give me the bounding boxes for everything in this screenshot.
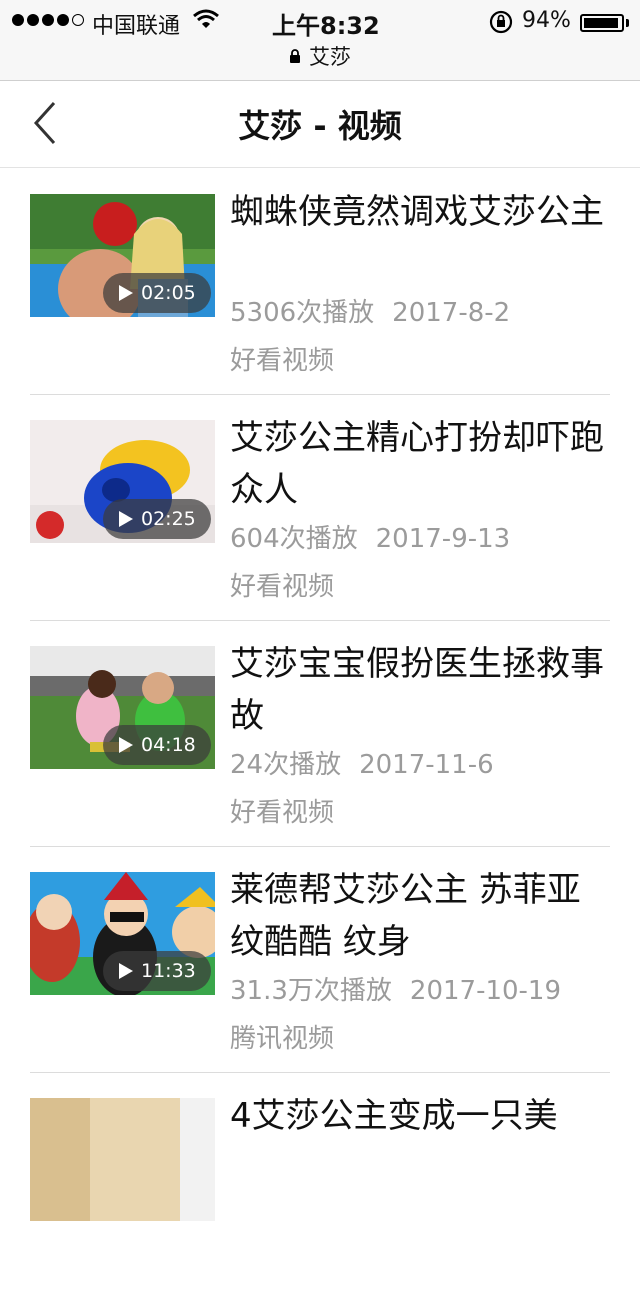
status-time: 上午8:32 xyxy=(272,12,380,40)
video-thumbnail: 11:33 xyxy=(30,872,215,995)
video-source: 好看视频 xyxy=(230,346,335,376)
publish-date: 2017-8-2 xyxy=(392,298,511,328)
url-text: 艾莎 xyxy=(309,45,351,69)
publish-date: 2017-11-6 xyxy=(359,750,494,780)
nav-bar: 艾莎 - 视频 xyxy=(0,81,640,168)
video-title[interactable]: 莱德帮艾莎公主 苏菲亚纹酷酷 纹身 xyxy=(230,864,605,968)
play-icon xyxy=(119,511,133,527)
play-count: 24次播放 xyxy=(230,750,342,780)
video-item[interactable]: 04:18 艾莎宝宝假扮医生拯救事故 24次播放 2017-11-6 好看视频 xyxy=(30,620,610,847)
video-source: 好看视频 xyxy=(230,572,335,602)
play-icon xyxy=(119,737,133,753)
video-source: 好看视频 xyxy=(230,798,335,828)
play-count: 5306次播放 xyxy=(230,298,375,328)
video-thumbnail xyxy=(30,1098,215,1221)
duration-text: 02:05 xyxy=(141,282,196,304)
video-title[interactable]: 艾莎公主精心打扮却吓跑众人 xyxy=(230,412,605,516)
play-icon xyxy=(119,963,133,979)
video-meta: 5306次播放 2017-8-2 xyxy=(230,292,510,329)
play-icon xyxy=(119,285,133,301)
video-thumbnail: 02:05 xyxy=(30,194,215,317)
video-source: 腾讯视频 xyxy=(230,1024,335,1054)
publish-date: 2017-10-19 xyxy=(409,976,562,1006)
duration-text: 02:25 xyxy=(141,508,196,530)
play-count: 604次播放 xyxy=(230,524,358,554)
duration-badge: 02:25 xyxy=(103,499,211,539)
video-item[interactable]: 4艾莎公主变成一只美 xyxy=(30,1072,610,1298)
video-thumbnail: 02:25 xyxy=(30,420,215,543)
video-meta: 24次播放 2017-11-6 xyxy=(230,744,494,781)
publish-date: 2017-9-13 xyxy=(375,524,511,554)
video-meta: 604次播放 2017-9-13 xyxy=(230,518,510,555)
video-title[interactable]: 艾莎宝宝假扮医生拯救事故 xyxy=(230,638,605,742)
page-title: 艾莎 - 视频 xyxy=(238,107,402,145)
signal-dots-icon xyxy=(12,14,84,26)
duration-badge: 02:05 xyxy=(103,273,211,313)
video-title[interactable]: 蜘蛛侠竟然调戏艾莎公主 xyxy=(230,186,605,238)
duration-text: 11:33 xyxy=(141,960,196,982)
duration-badge: 11:33 xyxy=(103,951,211,991)
lock-icon xyxy=(289,49,301,63)
url-bar[interactable]: 艾莎 xyxy=(0,42,640,70)
carrier-name: 中国联通 xyxy=(92,14,181,39)
wifi-icon xyxy=(192,8,220,34)
duration-badge: 04:18 xyxy=(103,725,211,765)
rotation-lock-icon xyxy=(488,9,514,39)
duration-text: 04:18 xyxy=(141,734,196,756)
video-item[interactable]: 02:25 艾莎公主精心打扮却吓跑众人 604次播放 2017-9-13 好看视频 xyxy=(30,394,610,621)
video-title[interactable]: 4艾莎公主变成一只美 xyxy=(230,1090,605,1142)
status-bar: 中国联通 上午8:32 94% 艾莎 xyxy=(0,0,640,81)
battery-percent: 94% xyxy=(522,8,571,33)
video-thumbnail: 04:18 xyxy=(30,646,215,769)
video-item[interactable]: 02:05 蜘蛛侠竟然调戏艾莎公主 5306次播放 2017-8-2 好看视频 xyxy=(30,168,610,395)
video-meta: 31.3万次播放 2017-10-19 xyxy=(230,970,561,1007)
battery-tip xyxy=(626,19,629,27)
video-item[interactable]: 11:33 莱德帮艾莎公主 苏菲亚纹酷酷 纹身 31.3万次播放 2017-10-… xyxy=(30,846,610,1073)
battery-icon xyxy=(580,14,624,32)
play-count: 31.3万次播放 xyxy=(230,976,392,1006)
